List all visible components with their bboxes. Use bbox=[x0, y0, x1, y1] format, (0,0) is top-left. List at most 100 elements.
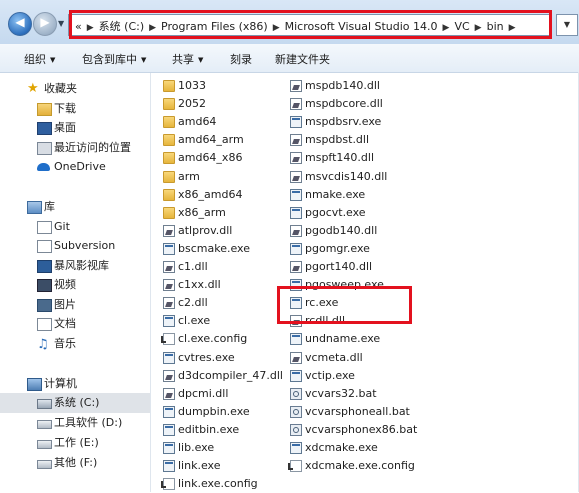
burn-button[interactable]: 刻录 bbox=[230, 51, 252, 67]
cloud-icon bbox=[37, 163, 50, 171]
folder-icon bbox=[163, 80, 175, 92]
nav-desktop[interactable]: 桌面 bbox=[0, 118, 150, 138]
nav-recent-places[interactable]: 最近访问的位置 bbox=[0, 138, 150, 158]
file-name: xdcmake.exe bbox=[305, 441, 378, 454]
nav-git[interactable]: Git bbox=[0, 217, 150, 237]
chevron-down-icon: ▼ bbox=[50, 56, 56, 64]
nav-label: 工作 (E:) bbox=[54, 436, 99, 449]
organize-label: 组织 bbox=[24, 53, 46, 66]
command-toolbar: 组织 ▼ 包含到库中 ▼ 共享 ▼ 刻录 新建文件夹 bbox=[0, 44, 579, 73]
config-file-icon bbox=[288, 460, 302, 473]
file-name: rcdll.dll bbox=[305, 314, 346, 328]
dll-file-icon bbox=[290, 351, 302, 364]
exe-file-icon bbox=[290, 188, 302, 201]
file-name: amd64_arm bbox=[178, 133, 244, 147]
breadcrumb-vc[interactable]: VC bbox=[454, 20, 469, 33]
file-name: mspdbcore.dll bbox=[305, 97, 383, 111]
share-button[interactable]: 共享 ▼ bbox=[172, 51, 203, 67]
media-library-icon bbox=[37, 260, 52, 273]
back-button[interactable]: ◀ bbox=[8, 12, 32, 36]
nav-onedrive[interactable]: OneDrive bbox=[0, 157, 150, 177]
folder-icon bbox=[163, 134, 175, 147]
file-name: amd64_x86 bbox=[178, 151, 243, 165]
file-name: atlprov.dll bbox=[178, 223, 233, 237]
breadcrumb-separator-icon: ▶ bbox=[272, 23, 280, 33]
dll-file-icon bbox=[290, 80, 302, 92]
nav-music[interactable]: ♫ 音乐 bbox=[0, 334, 150, 354]
music-note-icon: ♫ bbox=[37, 337, 49, 352]
nav-documents[interactable]: 文档 bbox=[0, 314, 150, 334]
include-library-button[interactable]: 包含到库中 ▼ bbox=[82, 51, 146, 67]
file-name: xdcmake.exe.config bbox=[305, 459, 415, 473]
dll-file-icon bbox=[290, 170, 302, 183]
nav-drive-d[interactable]: 工具软件 (D:) bbox=[0, 413, 150, 433]
exe-file-icon bbox=[163, 242, 175, 255]
breadcrumb-drive-c[interactable]: 系统 (C:) bbox=[99, 20, 144, 33]
config-file-icon bbox=[161, 478, 175, 491]
breadcrumb-visual-studio[interactable]: Microsoft Visual Studio 14.0 bbox=[285, 20, 438, 33]
address-bar-strip: ◀ ▶ ▼ « ▶ 系统 (C:) ▶ Program Files (x86) ▶ Micr… bbox=[0, 0, 579, 44]
nav-drive-f[interactable]: 其他 (F:) bbox=[0, 453, 150, 473]
folder-icon bbox=[163, 170, 175, 183]
breadcrumb-bin[interactable]: bin bbox=[487, 20, 504, 33]
file-name: pgomgr.exe bbox=[305, 241, 370, 255]
dll-file-icon bbox=[290, 315, 302, 328]
recent-pages-dropdown-icon[interactable]: ▼ bbox=[58, 19, 64, 28]
file-name: arm bbox=[178, 169, 200, 183]
computer-icon bbox=[27, 378, 42, 391]
nav-label: 桌面 bbox=[54, 121, 76, 134]
breadcrumb-separator-icon: ▶ bbox=[474, 23, 482, 33]
exe-file-icon bbox=[163, 405, 175, 418]
nav-computer[interactable]: 计算机 bbox=[0, 374, 150, 394]
star-icon: ★ bbox=[27, 81, 39, 96]
address-history-dropdown-icon[interactable]: ▼ bbox=[556, 14, 578, 36]
include-library-label: 包含到库中 bbox=[82, 53, 137, 66]
nav-libraries[interactable]: 库 bbox=[0, 197, 150, 217]
nav-videos[interactable]: 视频 bbox=[0, 275, 150, 295]
nav-downloads[interactable]: 下载 bbox=[0, 99, 150, 119]
breadcrumb-separator-icon: ▶ bbox=[508, 23, 516, 33]
burn-label: 刻录 bbox=[230, 53, 252, 66]
share-label: 共享 bbox=[172, 53, 194, 66]
nav-label: Subversion bbox=[54, 239, 116, 252]
new-folder-button[interactable]: 新建文件夹 bbox=[275, 51, 330, 67]
file-name: vcvarsphonex86.bat bbox=[305, 422, 418, 436]
config-file-icon bbox=[161, 333, 175, 346]
nav-label: Git bbox=[54, 220, 70, 233]
drive-icon bbox=[37, 440, 52, 449]
breadcrumb-program-files[interactable]: Program Files (x86) bbox=[161, 20, 268, 33]
chevron-down-icon: ▼ bbox=[198, 56, 204, 64]
folder-icon bbox=[163, 152, 175, 165]
nav-label: 音乐 bbox=[54, 337, 76, 350]
file-name: lib.exe bbox=[178, 441, 215, 454]
forward-button[interactable]: ▶ bbox=[33, 12, 57, 36]
nav-baofeng-library[interactable]: 暴风影视库 bbox=[0, 256, 150, 276]
file-name: c1xx.dll bbox=[178, 278, 221, 292]
nav-label: 文档 bbox=[54, 317, 76, 330]
breadcrumb-overflow[interactable]: « bbox=[75, 20, 82, 33]
nav-pictures[interactable]: 图片 bbox=[0, 295, 150, 315]
file-name: cl.exe.config bbox=[178, 332, 248, 346]
subversion-library-icon bbox=[37, 240, 52, 253]
nav-drive-e[interactable]: 工作 (E:) bbox=[0, 433, 150, 453]
organize-button[interactable]: 组织 ▼ bbox=[24, 51, 55, 67]
breadcrumb-separator-icon: ▶ bbox=[86, 23, 94, 33]
file-name: x86_amd64 bbox=[178, 187, 243, 201]
file-name: vcmeta.dll bbox=[305, 350, 363, 364]
file-name: 2052 bbox=[178, 97, 206, 111]
folder-icon bbox=[163, 188, 175, 201]
exe-file-icon bbox=[290, 279, 302, 292]
libraries-icon bbox=[27, 201, 42, 214]
address-bar[interactable]: « ▶ 系统 (C:) ▶ Program Files (x86) ▶ Microsoft … bbox=[68, 14, 552, 36]
nav-drive-c[interactable]: 系统 (C:) bbox=[0, 393, 150, 413]
exe-file-icon bbox=[290, 297, 302, 310]
nav-subversion[interactable]: Subversion bbox=[0, 236, 150, 256]
navigation-pane: ★ 收藏夹 下载 桌面 最近访问的位置 OneDrive 库 Git Subve… bbox=[0, 73, 151, 492]
downloads-folder-icon bbox=[37, 103, 52, 116]
folder-icon bbox=[163, 98, 175, 111]
file-name: bscmake.exe bbox=[178, 241, 250, 255]
system-drive-icon bbox=[37, 399, 52, 409]
exe-file-icon bbox=[290, 333, 302, 346]
nav-favorites[interactable]: ★ 收藏夹 bbox=[0, 79, 150, 99]
dll-file-icon bbox=[290, 224, 302, 237]
